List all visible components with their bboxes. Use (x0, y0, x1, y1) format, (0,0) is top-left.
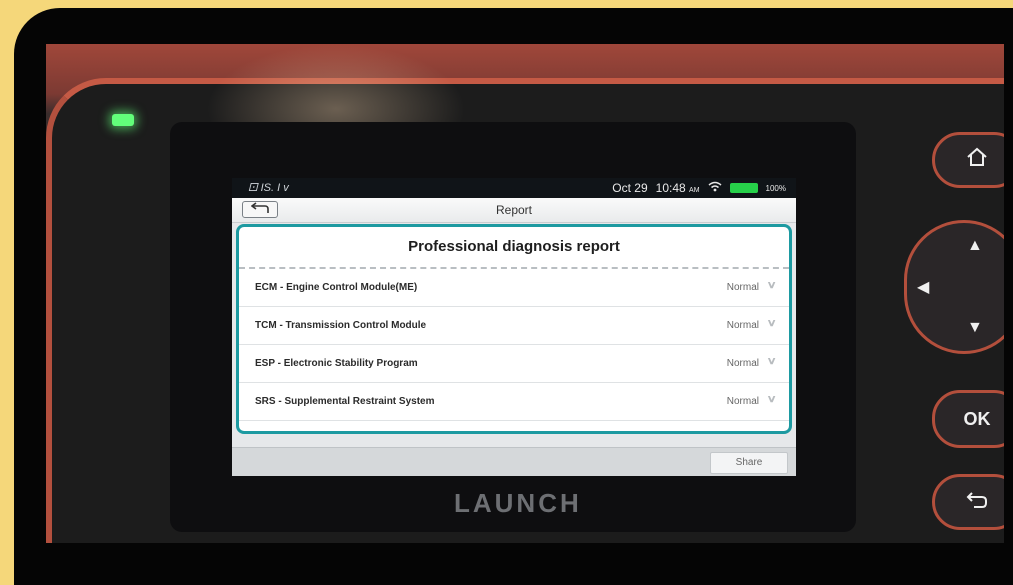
device-photo: ⚀ IS. I v Oct 29 10:48 AM 100% Report Pr… (46, 44, 1004, 543)
home-button[interactable] (932, 132, 1004, 188)
return-button[interactable] (932, 474, 1004, 530)
report-card: Professional diagnosis report ECM - Engi… (236, 224, 792, 434)
arrow-left-icon[interactable]: ◀ (917, 277, 929, 297)
chevron-down-icon[interactable]: ∨ (766, 280, 776, 291)
battery-icon (729, 183, 758, 193)
row-label: ECM - Engine Control Module(ME) (255, 282, 418, 293)
status-date: Oct 29 (612, 181, 648, 195)
bottom-bar: Share (232, 447, 796, 476)
status-right: Oct 29 10:48 AM 100% (612, 181, 786, 195)
home-icon (966, 147, 988, 173)
status-time-wrap: 10:48 AM (656, 181, 700, 195)
chevron-down-icon[interactable]: ∨ (766, 318, 776, 329)
ok-button[interactable]: OK (932, 390, 1004, 448)
chevron-down-icon[interactable]: ∨ (766, 394, 776, 405)
battery-percent: 100% (765, 183, 786, 193)
row-label: SRS - Supplemental Restraint System (255, 396, 435, 407)
report-row-esp[interactable]: ESP - Electronic Stability Program Norma… (239, 345, 789, 383)
row-label: ESP - Electronic Stability Program (255, 358, 418, 369)
arrow-down-icon[interactable]: ▼ (967, 319, 983, 337)
report-row-ecm[interactable]: ECM - Engine Control Module(ME) Normal ∨ (239, 269, 789, 307)
report-title: Professional diagnosis report (239, 227, 789, 269)
photo-frame: ⚀ IS. I v Oct 29 10:48 AM 100% Report Pr… (14, 8, 1013, 585)
row-label: TCM - Transmission Control Module (255, 320, 427, 331)
status-bar: ⚀ IS. I v Oct 29 10:48 AM 100% (232, 178, 796, 198)
row-status: Normal (726, 396, 759, 407)
arrow-up-icon[interactable]: ▲ (967, 237, 983, 255)
report-row-srs[interactable]: SRS - Supplemental Restraint System Norm… (239, 383, 789, 421)
device-screen: ⚀ IS. I v Oct 29 10:48 AM 100% Report Pr… (232, 178, 796, 476)
title-bar: Report (232, 198, 796, 223)
status-time: 10:48 (655, 181, 686, 195)
row-status: Normal (726, 320, 759, 331)
status-notifications: ⚀ IS. I v (248, 182, 289, 194)
status-led (112, 114, 134, 126)
chevron-down-icon[interactable]: ∨ (766, 356, 776, 367)
wifi-icon (708, 181, 722, 195)
return-icon (966, 491, 988, 514)
share-button[interactable]: Share (710, 452, 788, 474)
status-ampm: AM (689, 187, 700, 194)
directional-pad[interactable]: ▲ ◀ ▼ (904, 220, 1004, 354)
row-status: Normal (726, 282, 759, 293)
page-title: Report (495, 203, 533, 217)
row-status: Normal (726, 358, 759, 369)
report-row-tcm[interactable]: TCM - Transmission Control Module Normal… (239, 307, 789, 345)
brand-logo: LAUNCH (454, 488, 582, 518)
